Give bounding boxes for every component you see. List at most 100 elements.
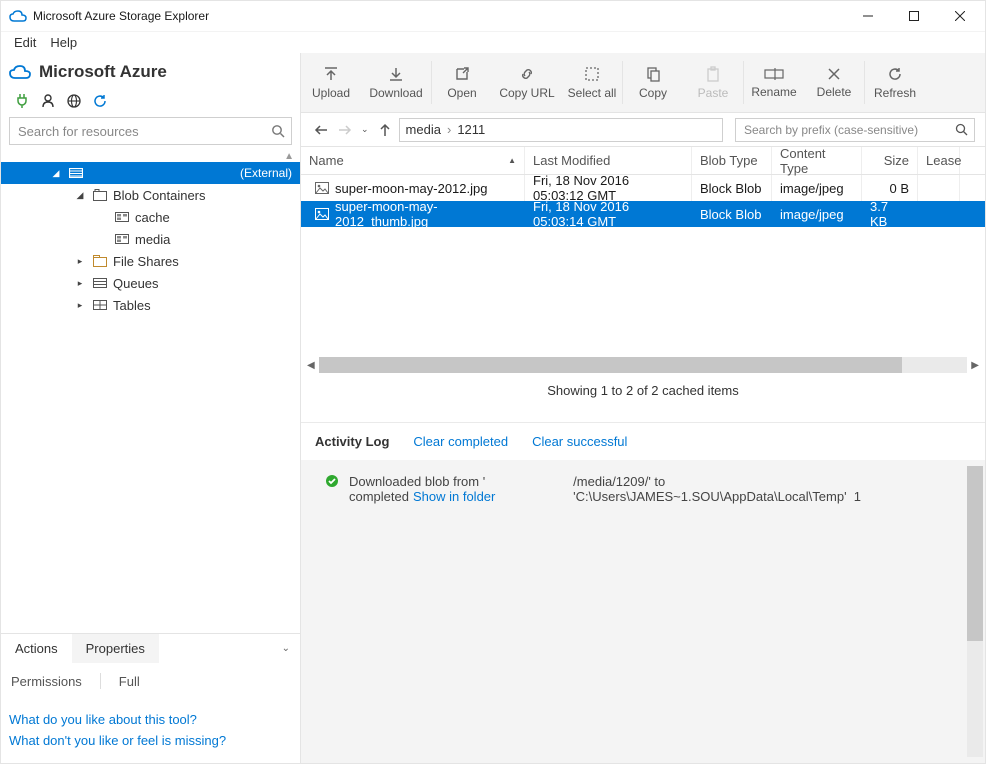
- search-icon: [271, 124, 285, 138]
- nav-forward-button: [335, 119, 355, 141]
- breadcrumb-seg[interactable]: media: [406, 122, 441, 137]
- tree-node-blob-containers[interactable]: ◢ Blob Containers: [1, 184, 300, 206]
- col-content-type[interactable]: Content Type: [772, 147, 862, 174]
- cell-size: 0 B: [889, 181, 909, 196]
- tree-node-media[interactable]: media: [1, 228, 300, 250]
- col-blob-type[interactable]: Blob Type: [692, 147, 772, 174]
- delete-button[interactable]: Delete: [804, 53, 864, 112]
- plug-icon[interactable]: [15, 93, 29, 109]
- scroll-right-icon[interactable]: ▶: [971, 360, 979, 371]
- globe-icon[interactable]: [67, 94, 81, 108]
- azure-cloud-icon: [9, 65, 31, 79]
- paste-button: Paste: [683, 53, 743, 112]
- clear-successful-link[interactable]: Clear successful: [532, 434, 627, 449]
- scroll-thumb[interactable]: [967, 466, 983, 641]
- tab-properties[interactable]: Properties: [72, 634, 159, 663]
- permissions-value: Full: [119, 674, 140, 689]
- open-button[interactable]: Open: [432, 53, 492, 112]
- download-button[interactable]: Download: [361, 53, 431, 112]
- tree-node-cache[interactable]: cache: [1, 206, 300, 228]
- nav-back-button[interactable]: [311, 119, 331, 141]
- scroll-left-icon[interactable]: ◀: [307, 360, 315, 371]
- search-icon: [955, 123, 968, 136]
- tree-label: Blob Containers: [113, 188, 206, 203]
- activity-msg-2: completed: [349, 489, 409, 504]
- refresh-button[interactable]: Refresh: [865, 53, 925, 112]
- copy-icon: [645, 66, 661, 82]
- title-bar: Microsoft Azure Storage Explorer: [1, 1, 985, 31]
- grid-caption: Showing 1 to 2 of 2 cached items: [301, 375, 985, 422]
- feedback-like-link[interactable]: What do you like about this tool?: [9, 709, 292, 730]
- resource-tree: ◢ (External) ◢ Blob Containers: [1, 162, 300, 633]
- window-maximize-button[interactable]: [891, 1, 937, 31]
- cell-name: super-moon-may-2012.jpg: [335, 181, 487, 196]
- permissions-label: Permissions: [11, 674, 82, 689]
- col-size[interactable]: Size: [862, 147, 918, 174]
- prefix-search[interactable]: [735, 118, 975, 142]
- tree-node-file-shares[interactable]: ▸ File Shares: [1, 250, 300, 272]
- horizontal-scrollbar[interactable]: ◀ ▶: [301, 355, 985, 375]
- refresh-icon[interactable]: [93, 94, 107, 108]
- select-all-button[interactable]: Select all: [562, 53, 622, 112]
- clear-completed-link[interactable]: Clear completed: [413, 434, 508, 449]
- tab-actions[interactable]: Actions: [1, 634, 72, 663]
- feedback-dislike-link[interactable]: What don't you like or feel is missing?: [9, 730, 292, 751]
- tree-node-queues[interactable]: ▸ Queues: [1, 272, 300, 294]
- delete-icon: [827, 67, 841, 81]
- person-icon[interactable]: [41, 94, 55, 108]
- tree-label: media: [135, 232, 170, 247]
- fileshare-icon: [93, 255, 107, 267]
- feedback-links: What do you like about this tool? What d…: [1, 699, 300, 763]
- prefix-search-input[interactable]: [742, 122, 955, 138]
- window-minimize-button[interactable]: [845, 1, 891, 31]
- copy-button[interactable]: Copy: [623, 53, 683, 112]
- menu-edit[interactable]: Edit: [7, 35, 43, 50]
- vertical-scrollbar[interactable]: [967, 466, 983, 757]
- open-icon: [454, 66, 470, 82]
- permissions-row: Permissions Full: [1, 663, 300, 699]
- col-last-modified[interactable]: Last Modified: [525, 147, 692, 174]
- container-icon: [93, 189, 107, 201]
- cell-name: super-moon-may-2012_thumb.jpg: [335, 199, 516, 229]
- chevron-down-icon[interactable]: ⌄: [282, 643, 300, 654]
- upload-button[interactable]: Upload: [301, 53, 361, 112]
- chevron-right-icon: ▸: [75, 300, 85, 311]
- window-close-button[interactable]: [937, 1, 983, 31]
- scroll-up-icon[interactable]: ▲: [1, 149, 300, 162]
- nav-up-button[interactable]: [375, 119, 395, 141]
- tree-node-tables[interactable]: ▸ Tables: [1, 294, 300, 316]
- blob-icon: [115, 234, 129, 244]
- link-icon: [519, 66, 535, 82]
- cell-blobtype: Block Blob: [700, 181, 761, 196]
- refresh-icon: [887, 66, 903, 82]
- resource-search[interactable]: [9, 117, 292, 145]
- tree-node-account[interactable]: ◢ (External): [1, 162, 300, 184]
- upload-icon: [323, 66, 339, 82]
- breadcrumb-seg[interactable]: 1211: [457, 122, 485, 137]
- activity-count: 1: [854, 489, 861, 504]
- resource-search-input[interactable]: [16, 123, 271, 140]
- queue-icon: [93, 278, 107, 288]
- table-row[interactable]: super-moon-may-2012_thumb.jpg Fri, 18 No…: [301, 201, 985, 227]
- window-title: Microsoft Azure Storage Explorer: [33, 9, 209, 23]
- paste-icon: [705, 66, 721, 82]
- rename-button[interactable]: Rename: [744, 53, 804, 112]
- breadcrumb[interactable]: media › 1211: [399, 118, 723, 142]
- left-tabs: Actions Properties ⌄: [1, 633, 300, 663]
- show-in-folder-link[interactable]: Show in folder: [413, 489, 495, 504]
- azure-header-text: Microsoft Azure: [39, 62, 167, 82]
- download-icon: [388, 66, 404, 82]
- table-icon: [93, 300, 107, 310]
- col-lease[interactable]: Lease: [918, 147, 960, 174]
- select-all-icon: [584, 66, 600, 82]
- col-name[interactable]: Name▲: [301, 147, 525, 174]
- menu-help[interactable]: Help: [43, 35, 84, 50]
- subscription-icon: [69, 168, 83, 178]
- chevron-down-icon[interactable]: ⌄: [361, 124, 369, 135]
- chevron-right-icon: ›: [447, 122, 451, 137]
- scroll-thumb[interactable]: [319, 357, 903, 373]
- table-row[interactable]: super-moon-may-2012.jpg Fri, 18 Nov 2016…: [301, 175, 985, 201]
- scroll-track[interactable]: [319, 357, 968, 373]
- success-icon: [325, 474, 339, 749]
- copy-url-button[interactable]: Copy URL: [492, 53, 562, 112]
